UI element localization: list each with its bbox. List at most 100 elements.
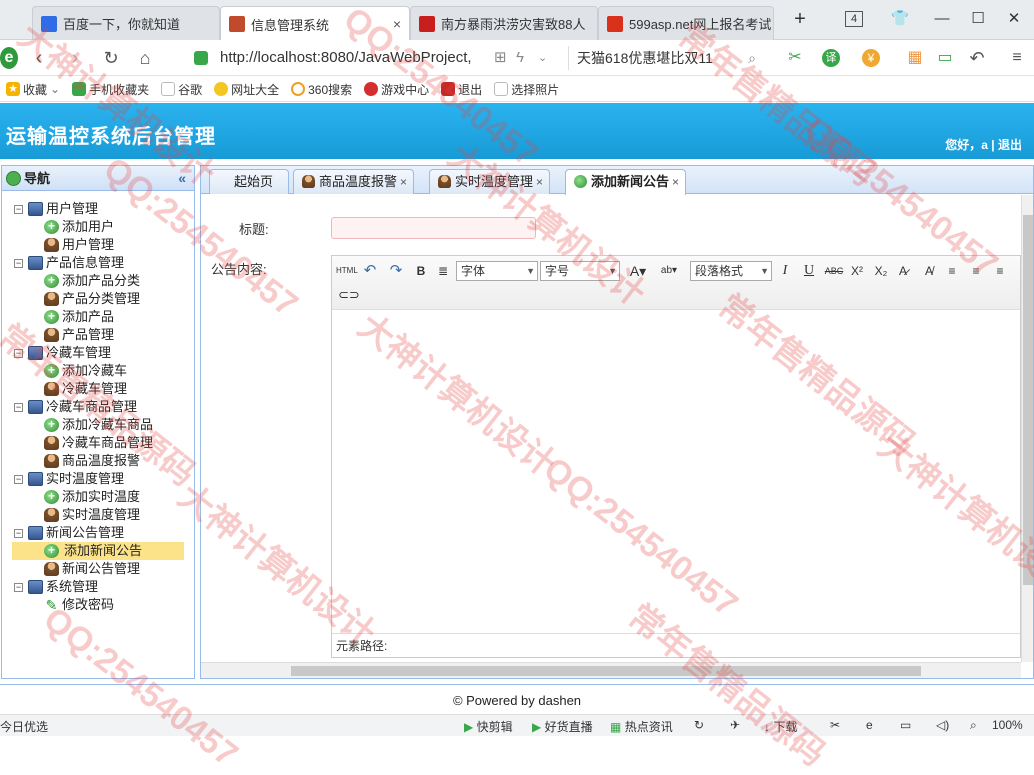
user-bar[interactable]: 您好，a | 退出 (945, 136, 1022, 153)
lightning-icon[interactable]: ϟ (516, 46, 524, 70)
tab-realtime-temp[interactable]: 实时温度管理 × (429, 169, 551, 194)
link-icon[interactable]: ⊂⊃ (338, 286, 360, 304)
collapse-toggle-icon[interactable]: − (14, 259, 23, 268)
bookmark-google[interactable]: 谷歌 (161, 81, 202, 98)
bookmark-urls[interactable]: 网址大全 (214, 81, 279, 98)
tab-add-news[interactable]: 添加新闻公告 × (565, 169, 687, 195)
font-border-icon[interactable]: A̷ (894, 262, 912, 280)
collapse-toggle-icon[interactable]: − (14, 403, 23, 412)
bookmark-favorites[interactable]: ★ 收藏 ⌄ (6, 81, 60, 98)
tab-count-badge[interactable]: 4 (845, 11, 863, 27)
search-icon[interactable]: ⌕ (748, 46, 756, 70)
nav-item[interactable]: 产品分类管理 (2, 290, 194, 308)
nav-group[interactable]: − 冷藏车商品管理 (2, 398, 194, 416)
status-left[interactable]: 今日优选 (0, 718, 48, 735)
superscript-button[interactable]: X² (848, 262, 866, 280)
status-zoom-icon[interactable]: ⌕ (970, 718, 977, 733)
collapse-toggle-icon[interactable]: − (14, 529, 23, 538)
browser-tab-active[interactable]: 信息管理系统 × (220, 6, 410, 41)
close-window-icon[interactable]: ✕ (1002, 8, 1026, 30)
close-tab-icon[interactable]: × (393, 16, 401, 32)
reload-icon[interactable]: ↻ (100, 47, 122, 69)
justify-icon[interactable]: ≡ (992, 262, 1008, 280)
url-field[interactable]: http://localhost:8080/JavaWebProject, ⊞ … (186, 46, 562, 70)
bookmark-photo[interactable]: 选择照片 (494, 81, 559, 98)
nav-item[interactable]: + 添加新闻公告 (12, 542, 184, 560)
shirt-icon[interactable]: 👕 (888, 8, 912, 30)
status-ie-icon[interactable]: e (866, 718, 873, 732)
battery-icon[interactable]: ▭ (934, 47, 956, 69)
search-field[interactable]: 天猫618优惠堪比双11 ⌕ (568, 46, 764, 70)
horizontal-scrollbar[interactable] (201, 662, 1021, 678)
clear-format-icon[interactable]: A̸ (920, 262, 938, 280)
status-item[interactable]: ▶ 好货直播 (532, 718, 593, 735)
nav-group[interactable]: − 冷藏车管理 (2, 344, 194, 362)
underline-button[interactable]: U (802, 262, 816, 280)
bold-button[interactable]: B (414, 262, 428, 280)
translate-icon[interactable]: 译 (822, 49, 840, 67)
nav-item[interactable]: 冷藏车管理 (2, 380, 194, 398)
highlight-icon[interactable]: ab▾ (656, 262, 682, 280)
collapse-toggle-icon[interactable]: − (14, 583, 23, 592)
font-family-select[interactable]: 字体 ▼ (456, 261, 538, 281)
font-size-select[interactable]: 字号 ▼ (540, 261, 620, 281)
browser-tab-baidu[interactable]: 百度一下，你就知道 (32, 6, 220, 40)
nav-group[interactable]: − 产品信息管理 (2, 254, 194, 272)
title-input[interactable] (331, 217, 536, 239)
status-sound-icon[interactable]: ◁) (936, 718, 949, 732)
bookmark-360[interactable]: 360搜索 (291, 81, 352, 98)
bookmark-mobile[interactable]: 手机收藏夹 (72, 81, 149, 98)
close-tab-icon[interactable]: × (400, 175, 407, 189)
subscript-button[interactable]: X₂ (872, 262, 890, 280)
nav-item[interactable]: + 添加用户 (2, 218, 194, 236)
nav-item[interactable]: 新闻公告管理 (2, 560, 194, 578)
apps-icon[interactable]: ▦ (904, 47, 926, 69)
home-icon[interactable]: ⌂ (134, 47, 156, 69)
nav-item[interactable]: ✎ 修改密码 (2, 596, 194, 614)
nav-group[interactable]: − 用户管理 (2, 200, 194, 218)
status-cut-icon[interactable]: ✂ (830, 718, 840, 732)
undo-icon[interactable]: ↶ (362, 262, 378, 280)
status-pin-icon[interactable]: ✈ (730, 718, 740, 732)
tab-start-page[interactable]: 起始页 (209, 169, 289, 194)
align-right-icon[interactable]: ≡ (968, 262, 984, 280)
bookmark-exit[interactable]: 退出 (441, 81, 482, 98)
nav-item[interactable]: + 添加实时温度 (2, 488, 194, 506)
status-refresh-icon[interactable]: ↻ (694, 718, 704, 732)
redo-icon[interactable]: ↷ (388, 262, 404, 280)
format-painter-icon[interactable]: ≣ (436, 262, 450, 280)
nav-group[interactable]: − 实时温度管理 (2, 470, 194, 488)
collapse-toggle-icon[interactable]: − (14, 349, 23, 358)
nav-item[interactable]: 商品温度报警 (2, 452, 194, 470)
status-item[interactable]: ↓ 下载 (764, 718, 797, 735)
nav-item[interactable]: 产品管理 (2, 326, 194, 344)
font-color-icon[interactable]: A▾ (626, 262, 650, 280)
scroll-thumb[interactable] (291, 666, 921, 676)
zoom-level[interactable]: 100% (992, 718, 1023, 732)
coin-icon[interactable]: ¥ (862, 49, 880, 67)
strike-button[interactable]: ABC (824, 262, 844, 280)
nav-item[interactable]: 实时温度管理 (2, 506, 194, 524)
rich-text-editor[interactable]: HTML ↶ ↷ B ≣ 字体 ▼ 字号 ▼ A▾ ab▾ 段落格式 ▼ I U AB… (331, 255, 1021, 658)
status-item[interactable]: ▶ 快剪辑 (464, 718, 513, 735)
forward-icon[interactable]: › (64, 47, 86, 69)
close-tab-icon[interactable]: × (672, 175, 679, 189)
vertical-scrollbar[interactable] (1021, 195, 1033, 662)
nav-item[interactable]: + 添加产品 (2, 308, 194, 326)
paragraph-select[interactable]: 段落格式 ▼ (690, 261, 772, 281)
html-button[interactable]: HTML (336, 262, 358, 280)
status-window-icon[interactable]: ▭ (900, 718, 911, 732)
italic-button[interactable]: I (778, 262, 792, 280)
scissors-icon[interactable]: ✂ (784, 47, 806, 69)
nav-group[interactable]: − 系统管理 (2, 578, 194, 596)
browser-tab-599asp[interactable]: 599asp.net网上报名考试 (598, 6, 774, 40)
browser-tab-news[interactable]: 南方暴雨洪涝灾害致88人 (410, 6, 598, 40)
undo-icon[interactable]: ↶ (966, 47, 988, 69)
close-tab-icon[interactable]: × (536, 175, 543, 189)
nav-item[interactable]: 用户管理 (2, 236, 194, 254)
nav-group[interactable]: − 新闻公告管理 (2, 524, 194, 542)
new-tab-button[interactable]: + (788, 8, 812, 30)
collapse-toggle-icon[interactable]: − (14, 475, 23, 484)
maximize-icon[interactable]: ☐ (966, 8, 990, 30)
collapse-icon[interactable]: « (178, 166, 186, 191)
